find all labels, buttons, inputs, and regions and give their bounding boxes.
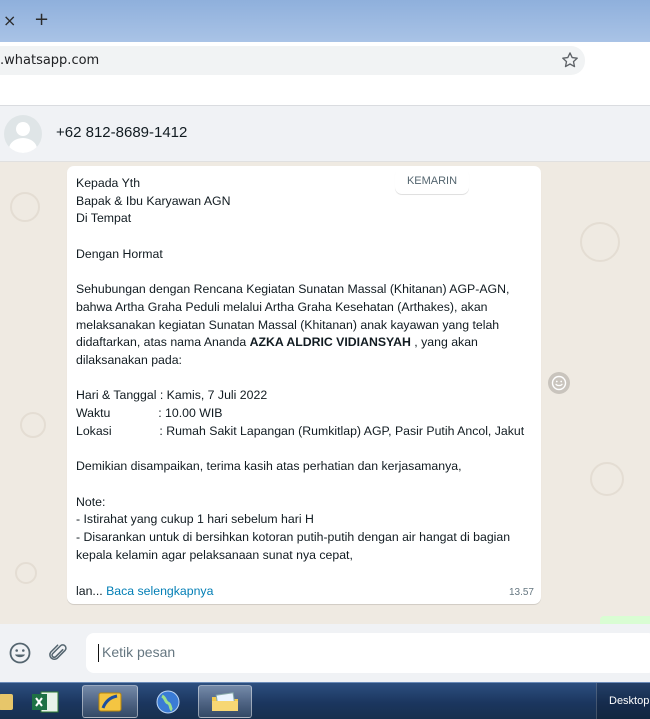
browser-toolbar: .whatsapp.com <box>0 42 650 80</box>
message-body-part-1: Kepada Yth Bapak & Ibu Karyawan AGN Di T… <box>76 176 510 350</box>
wallpaper-doodle <box>590 462 624 496</box>
message-body-part-2: , yang akan dilaksanakan pada: Hari & Ta… <box>76 335 525 562</box>
taskbar-app-active[interactable] <box>82 685 138 718</box>
chat-messages-area[interactable]: Kepada Yth Bapak & Ibu Karyawan AGN Di T… <box>0 162 650 624</box>
wallpaper-doodle <box>20 412 46 438</box>
new-tab-icon[interactable]: + <box>34 9 49 30</box>
paperclip-icon[interactable] <box>46 641 70 665</box>
message-bold-name: AZKA ALDRIC VIDIANSYAH <box>249 335 411 350</box>
taskbar-app-globe[interactable] <box>140 685 196 718</box>
contact-avatar[interactable] <box>4 115 42 153</box>
react-emoji-button[interactable] <box>548 372 570 394</box>
truncated-prefix: lan... <box>76 584 107 598</box>
url-text: .whatsapp.com <box>0 53 100 68</box>
wallpaper-doodle <box>15 562 37 584</box>
tab-close-icon[interactable]: × <box>3 11 16 30</box>
message-timestamp: 13.57 <box>508 587 534 598</box>
message-input[interactable]: Ketik pesan <box>86 633 650 673</box>
message-composer: Ketik pesan <box>0 624 650 682</box>
taskbar-app-explorer[interactable] <box>198 685 252 718</box>
date-divider: KEMARIN <box>395 168 469 194</box>
taskbar-app-excel[interactable] <box>23 685 67 718</box>
file-explorer-icon <box>212 691 238 711</box>
smiley-icon <box>551 375 567 391</box>
emoji-icon[interactable] <box>8 641 32 665</box>
chat-header[interactable]: +62 812-8689-1412 <box>0 106 650 162</box>
address-bar[interactable]: .whatsapp.com <box>0 46 585 75</box>
taskbar-app-folder[interactable] <box>0 685 18 718</box>
avatar-head-shape <box>16 122 30 136</box>
truncated-line: lan... Baca selengkapnya <box>76 584 213 598</box>
outgoing-bubble-edge <box>600 616 650 624</box>
bookmarks-bar <box>0 80 650 106</box>
globe-icon <box>156 690 180 713</box>
wallpaper-doodle <box>10 192 40 222</box>
text-caret <box>98 644 99 662</box>
browser-tab-strip: × + <box>0 0 650 42</box>
app-window-icon <box>98 692 122 711</box>
avatar-body-shape <box>9 138 37 153</box>
excel-icon <box>32 691 59 712</box>
bookmark-star-icon[interactable] <box>560 50 580 70</box>
windows-taskbar: Desktop <box>0 682 650 719</box>
read-more-link[interactable]: Baca selengkapnya <box>106 584 213 598</box>
desktop-toolbar-label[interactable]: Desktop <box>596 683 650 719</box>
message-input-placeholder: Ketik pesan <box>102 644 176 660</box>
wallpaper-doodle <box>580 222 620 262</box>
message-text: Kepada Yth Bapak & Ibu Karyawan AGN Di T… <box>76 175 536 564</box>
folder-icon <box>0 693 13 710</box>
contact-name[interactable]: +62 812-8689-1412 <box>56 124 187 141</box>
incoming-message-bubble[interactable]: Kepada Yth Bapak & Ibu Karyawan AGN Di T… <box>67 166 541 604</box>
